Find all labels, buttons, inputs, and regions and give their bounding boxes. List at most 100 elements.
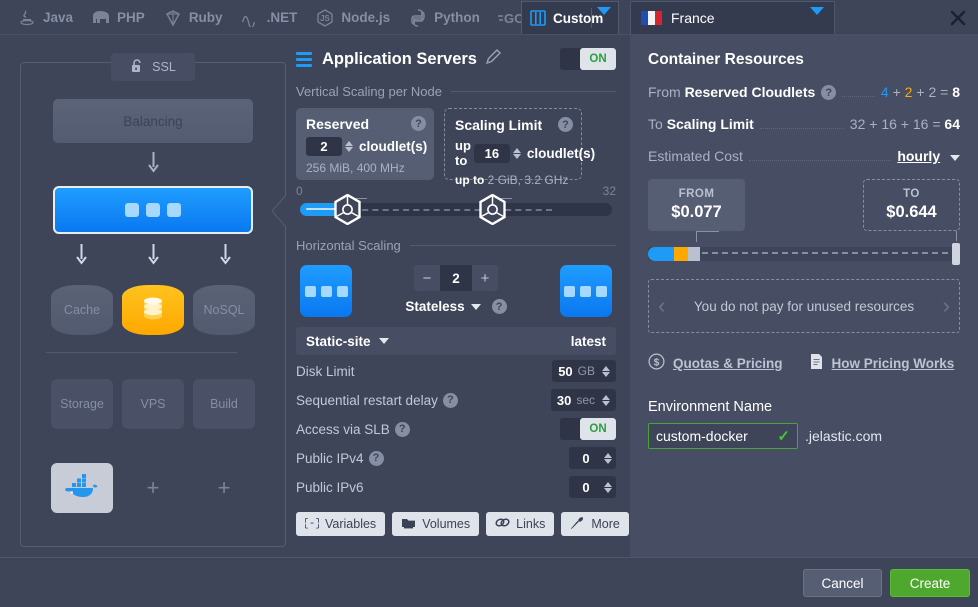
reserved-cloudlets-box[interactable]: Reserved ? 2 cloudlet(s) 256 MiB, 400 MH… (296, 108, 434, 180)
node-dot (596, 285, 608, 297)
volumes-button[interactable]: Volumes (392, 512, 480, 536)
restart-delay-stepper[interactable] (602, 394, 610, 406)
node-count-stepper[interactable]: − 2 + (413, 265, 498, 291)
more-button[interactable]: More (561, 512, 629, 536)
tile-build[interactable]: Build (193, 379, 255, 429)
chevron-down-icon[interactable] (597, 7, 611, 30)
tile-add-1[interactable]: + (122, 463, 184, 513)
nodejs-icon: JS (315, 8, 335, 28)
tab-php[interactable]: PHP (82, 0, 154, 35)
reserved-stepper[interactable] (345, 141, 353, 152)
slider-handle-reserved[interactable] (332, 193, 363, 230)
hamburger-icon[interactable] (296, 51, 312, 67)
node-balancing[interactable]: Balancing (53, 99, 253, 143)
tile-vps-label: VPS (140, 397, 166, 411)
slider-handle-limit[interactable] (477, 193, 508, 230)
environment-name-input[interactable]: custom-docker ✓ (648, 423, 798, 449)
tab-region-france[interactable]: France (630, 1, 835, 34)
public-ipv4-field[interactable]: 0 (569, 447, 616, 469)
question-mark-icon[interactable]: ? (491, 299, 507, 314)
node-group-right[interactable] (559, 265, 612, 317)
public-ipv4-stepper[interactable] (604, 452, 612, 464)
pencil-icon[interactable] (485, 49, 501, 69)
cloudlet-slider[interactable]: 0 32 (296, 184, 616, 228)
price-segment-other (688, 247, 700, 261)
question-mark-icon[interactable]: ? (821, 85, 837, 100)
tile-vps[interactable]: VPS (122, 379, 184, 429)
public-ipv6-field[interactable]: 0 (569, 476, 616, 498)
carousel-prev-icon[interactable]: ‹ (658, 293, 665, 319)
question-mark-icon[interactable]: ? (368, 450, 384, 466)
cancel-button[interactable]: Cancel (803, 569, 882, 597)
scaling-limit-value[interactable]: 16 (473, 143, 510, 163)
tile-nosql-label: NoSQL (203, 303, 245, 317)
scaling-limit-box[interactable]: Scaling Limit ? up to 16 cloudlet(s) up … (444, 108, 595, 187)
stack-tag: latest (570, 333, 606, 349)
to-total: 64 (944, 116, 960, 132)
tab-nodejs[interactable]: JS Node.js (306, 0, 399, 35)
tab-bar-filler (835, 1, 945, 35)
node-application-servers[interactable] (53, 186, 253, 234)
price-from-caption: FROM (678, 188, 715, 200)
scaling-limit-stepper[interactable] (512, 147, 521, 159)
question-mark-icon[interactable]: ? (411, 116, 426, 131)
price-segment-db (674, 247, 688, 261)
tab-java[interactable]: Java (8, 0, 82, 35)
restart-delay-field[interactable]: 30 sec (550, 389, 616, 411)
tab-custom[interactable]: Custom (521, 1, 619, 34)
access-slb-toggle[interactable]: ON (560, 418, 616, 440)
disk-limit-value[interactable]: 50 (558, 364, 572, 379)
folder-icon (401, 516, 416, 532)
node-enable-toggle[interactable]: ON (560, 48, 616, 70)
tile-docker[interactable] (51, 463, 113, 513)
svg-text:{-}: {-} (305, 518, 319, 529)
section-rule (409, 245, 616, 246)
tile-sql-database[interactable] (122, 285, 184, 335)
tab-php-label: PHP (117, 10, 145, 25)
price-from-box[interactable]: FROM $0.077 (648, 179, 745, 231)
decrement-button[interactable]: − (414, 265, 440, 291)
scaling-mode-label: Stateless (405, 299, 465, 314)
disk-limit-field[interactable]: 50 GB (552, 360, 616, 382)
increment-button[interactable]: + (472, 265, 498, 291)
carousel-next-icon[interactable]: › (943, 293, 950, 319)
tab-python[interactable]: Python (399, 0, 489, 35)
how-pricing-works-link[interactable]: How Pricing Works (809, 353, 954, 373)
scaling-mode-dropdown[interactable]: Stateless ? (405, 299, 507, 314)
disk-limit-stepper[interactable] (602, 365, 610, 377)
question-mark-icon[interactable]: ? (394, 421, 410, 437)
tab-custom-label: Custom (553, 10, 604, 26)
public-ipv4-value[interactable]: 0 (575, 451, 597, 466)
container-resources-panel: Container Resources From Reserved Cloudl… (630, 35, 978, 557)
from-part-b: 2 (904, 84, 913, 100)
quotas-pricing-link[interactable]: $ Quotas & Pricing (648, 353, 783, 373)
ruby-gem-icon (163, 8, 183, 28)
price-slider-end-handle[interactable] (952, 243, 960, 265)
cost-period-dropdown[interactable]: hourly (897, 148, 960, 164)
public-ipv6-value[interactable]: 0 (575, 480, 597, 495)
close-icon[interactable] (946, 6, 970, 30)
restart-delay-value[interactable]: 30 (557, 393, 571, 408)
price-slider[interactable] (648, 241, 960, 267)
reserved-value[interactable]: 2 (306, 137, 342, 156)
question-mark-icon[interactable]: ? (558, 117, 573, 132)
node-group-left[interactable] (300, 265, 352, 317)
stack-selector[interactable]: Static-site latest (296, 327, 616, 355)
tile-storage[interactable]: Storage (51, 379, 113, 429)
links-button[interactable]: Links (486, 512, 555, 536)
cancel-label: Cancel (821, 575, 864, 591)
tile-add-2[interactable]: + (193, 463, 255, 513)
tab-dotnet[interactable]: .NET (232, 0, 307, 35)
variables-button[interactable]: {-} Variables (296, 512, 386, 536)
price-range-boxes: FROM $0.077 TO $0.644 (648, 179, 960, 242)
public-ipv6-stepper[interactable] (604, 481, 612, 493)
create-button[interactable]: Create (890, 569, 970, 597)
ssl-badge[interactable]: SSL (111, 53, 195, 81)
question-mark-icon[interactable]: ? (442, 392, 458, 408)
tab-ruby[interactable]: Ruby (154, 0, 232, 35)
price-to-box[interactable]: TO $0.644 (863, 179, 960, 231)
node-count-value[interactable]: 2 (439, 265, 472, 291)
chevron-down-icon[interactable] (810, 7, 824, 31)
tile-cache[interactable]: Cache (51, 285, 113, 335)
tile-nosql[interactable]: NoSQL (193, 285, 255, 335)
